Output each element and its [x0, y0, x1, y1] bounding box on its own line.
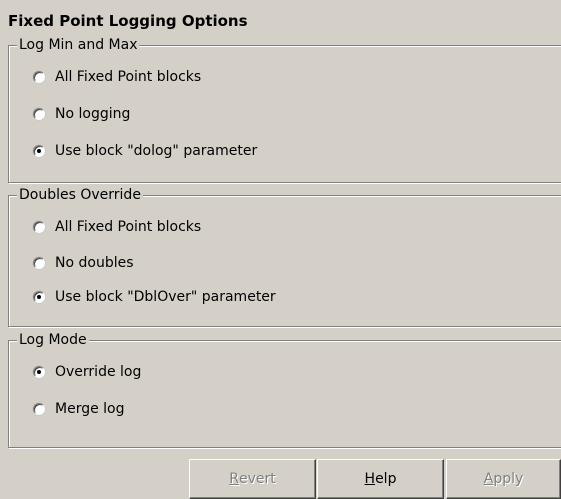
radio-override-log[interactable]: Override log	[33, 363, 141, 381]
radio-label: All Fixed Point blocks	[55, 219, 202, 235]
radio-button-icon	[33, 221, 45, 233]
revert-button[interactable]: Revert	[189, 459, 316, 499]
radio-button-icon	[33, 145, 45, 157]
radio-label: All Fixed Point blocks	[55, 69, 202, 85]
radio-label: Use block "DblOver" parameter	[55, 289, 276, 305]
group-log-mode: Log Mode Override log Merge log	[8, 331, 561, 448]
radio-use-dblover[interactable]: Use block "DblOver" parameter	[33, 288, 276, 306]
radio-use-dolog[interactable]: Use block "dolog" parameter	[33, 142, 257, 160]
apply-button[interactable]: Apply	[446, 459, 561, 499]
radio-log-all-fixed-point[interactable]: All Fixed Point blocks	[33, 68, 201, 86]
radio-dbl-all-fixed-point[interactable]: All Fixed Point blocks	[33, 218, 201, 236]
radio-button-icon	[33, 108, 45, 120]
radio-button-icon	[33, 71, 45, 83]
help-button[interactable]: Help	[317, 459, 444, 499]
radio-label: Use block "dolog" parameter	[55, 143, 258, 159]
group-log-min-max-legend: Log Min and Max	[17, 36, 140, 54]
apply-label: pply	[493, 471, 524, 487]
radio-button-icon	[33, 291, 45, 303]
apply-accelerator: A	[483, 471, 494, 487]
radio-button-icon	[33, 403, 45, 415]
help-accelerator: H	[364, 471, 376, 487]
radio-button-icon	[33, 257, 45, 269]
radio-merge-log[interactable]: Merge log	[33, 400, 125, 418]
panel-title: Fixed Point Logging Options	[8, 12, 248, 30]
radio-button-icon	[33, 366, 45, 378]
radio-no-logging[interactable]: No logging	[33, 105, 130, 123]
radio-no-doubles[interactable]: No doubles	[33, 254, 134, 272]
group-log-mode-legend: Log Mode	[17, 331, 89, 349]
radio-selected-dot-icon	[37, 370, 41, 374]
group-doubles-override: Doubles Override All Fixed Point blocks …	[8, 186, 561, 327]
radio-selected-dot-icon	[37, 149, 41, 153]
radio-label: No logging	[55, 106, 131, 122]
radio-selected-dot-icon	[37, 295, 41, 299]
group-doubles-override-legend: Doubles Override	[17, 186, 143, 204]
group-log-min-max: Log Min and Max All Fixed Point blocks N…	[8, 36, 561, 183]
radio-label: Merge log	[55, 401, 125, 417]
revert-label: evert	[238, 471, 276, 487]
radio-label: No doubles	[55, 255, 134, 271]
help-label: elp	[375, 471, 397, 487]
radio-label: Override log	[55, 364, 142, 380]
revert-accelerator: R	[229, 471, 239, 487]
